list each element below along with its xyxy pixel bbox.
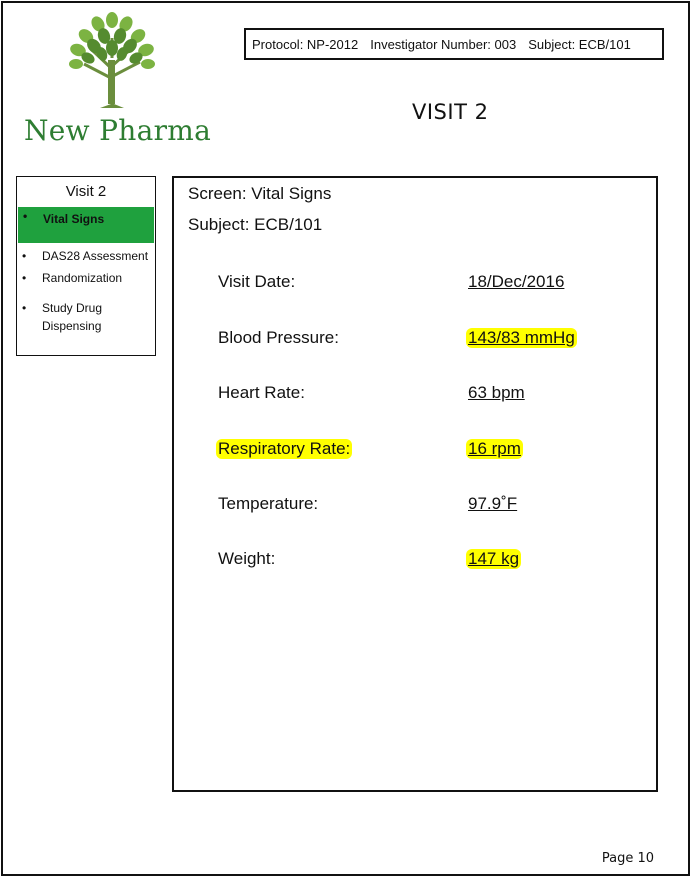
screen-label: Screen: Vital Signs	[188, 184, 332, 203]
protocol-header-box: Protocol: NP-2012 Investigator Number: 0…	[244, 28, 664, 60]
subject-header-label: Subject: ECB/101	[528, 36, 631, 52]
bullet-icon: •	[22, 249, 27, 263]
sidebar-item-das28-assessment[interactable]: • DAS28 Assessment	[17, 247, 155, 265]
visit-date-label: Visit Date:	[218, 272, 296, 291]
respiratory-rate-label: Respiratory Rate:	[216, 439, 353, 459]
page-title: VISIT 2	[412, 100, 489, 124]
vital-signs-screen: Screen: Vital Signs Subject: ECB/101 Vis…	[172, 176, 658, 792]
bullet-icon: •	[23, 209, 28, 223]
sidebar-list: • Vital Signs • DAS28 Assessment • Rando…	[17, 207, 155, 335]
sidebar-item-randomization[interactable]: • Randomization	[17, 269, 155, 287]
protocol-label: Protocol: NP-2012	[252, 36, 359, 52]
respiratory-rate-row: Respiratory Rate: 16 rpm	[216, 439, 638, 463]
heart-rate-value[interactable]: 63 bpm	[468, 383, 525, 403]
respiratory-rate-value[interactable]: 16 rpm	[466, 439, 523, 459]
weight-label: Weight:	[218, 549, 276, 568]
sidebar-item-label: Randomization	[42, 271, 123, 285]
temperature-value[interactable]: 97.9˚F	[468, 494, 517, 514]
weight-value[interactable]: 147 kg	[466, 549, 522, 569]
temperature-row: Temperature: 97.9˚F	[218, 494, 638, 518]
visit-date-row: Visit Date: 18/Dec/2016	[218, 272, 638, 296]
sidebar-item-study-drug-dispensing[interactable]: • Study Drug Dispensing	[17, 299, 155, 335]
heart-rate-row: Heart Rate: 63 bpm	[218, 383, 638, 407]
temperature-label: Temperature:	[218, 494, 319, 513]
sidebar-item-label: DAS28 Assessment	[42, 249, 149, 263]
blood-pressure-value[interactable]: 143/83 mmHg	[466, 328, 577, 348]
investigator-label: Investigator Number: 003	[370, 36, 517, 52]
weight-row: Weight: 147 kg	[218, 549, 638, 573]
sidebar-item-vital-signs[interactable]: • Vital Signs	[18, 207, 154, 243]
sidebar-item-label: Vital Signs	[43, 212, 105, 226]
blood-pressure-label: Blood Pressure:	[218, 328, 339, 347]
tree-icon	[69, 12, 155, 108]
sidebar-title: Visit 2	[65, 183, 107, 200]
subject-label: Subject: ECB/101	[188, 215, 323, 234]
page-number: Page 10	[601, 851, 654, 866]
brand-logo: New Pharma	[22, 8, 211, 148]
brand-name: New Pharma	[24, 114, 212, 147]
visit-sidebar: Visit 2 • Vital Signs • DAS28 Assessment…	[16, 176, 156, 356]
bullet-icon: •	[22, 271, 27, 285]
blood-pressure-row: Blood Pressure: 143/83 mmHg	[218, 328, 638, 352]
visit-date-value[interactable]: 18/Dec/2016	[468, 272, 564, 292]
sidebar-item-label: Study Drug Dispensing	[42, 301, 103, 333]
bullet-icon: •	[22, 301, 27, 315]
heart-rate-label: Heart Rate:	[218, 383, 305, 402]
